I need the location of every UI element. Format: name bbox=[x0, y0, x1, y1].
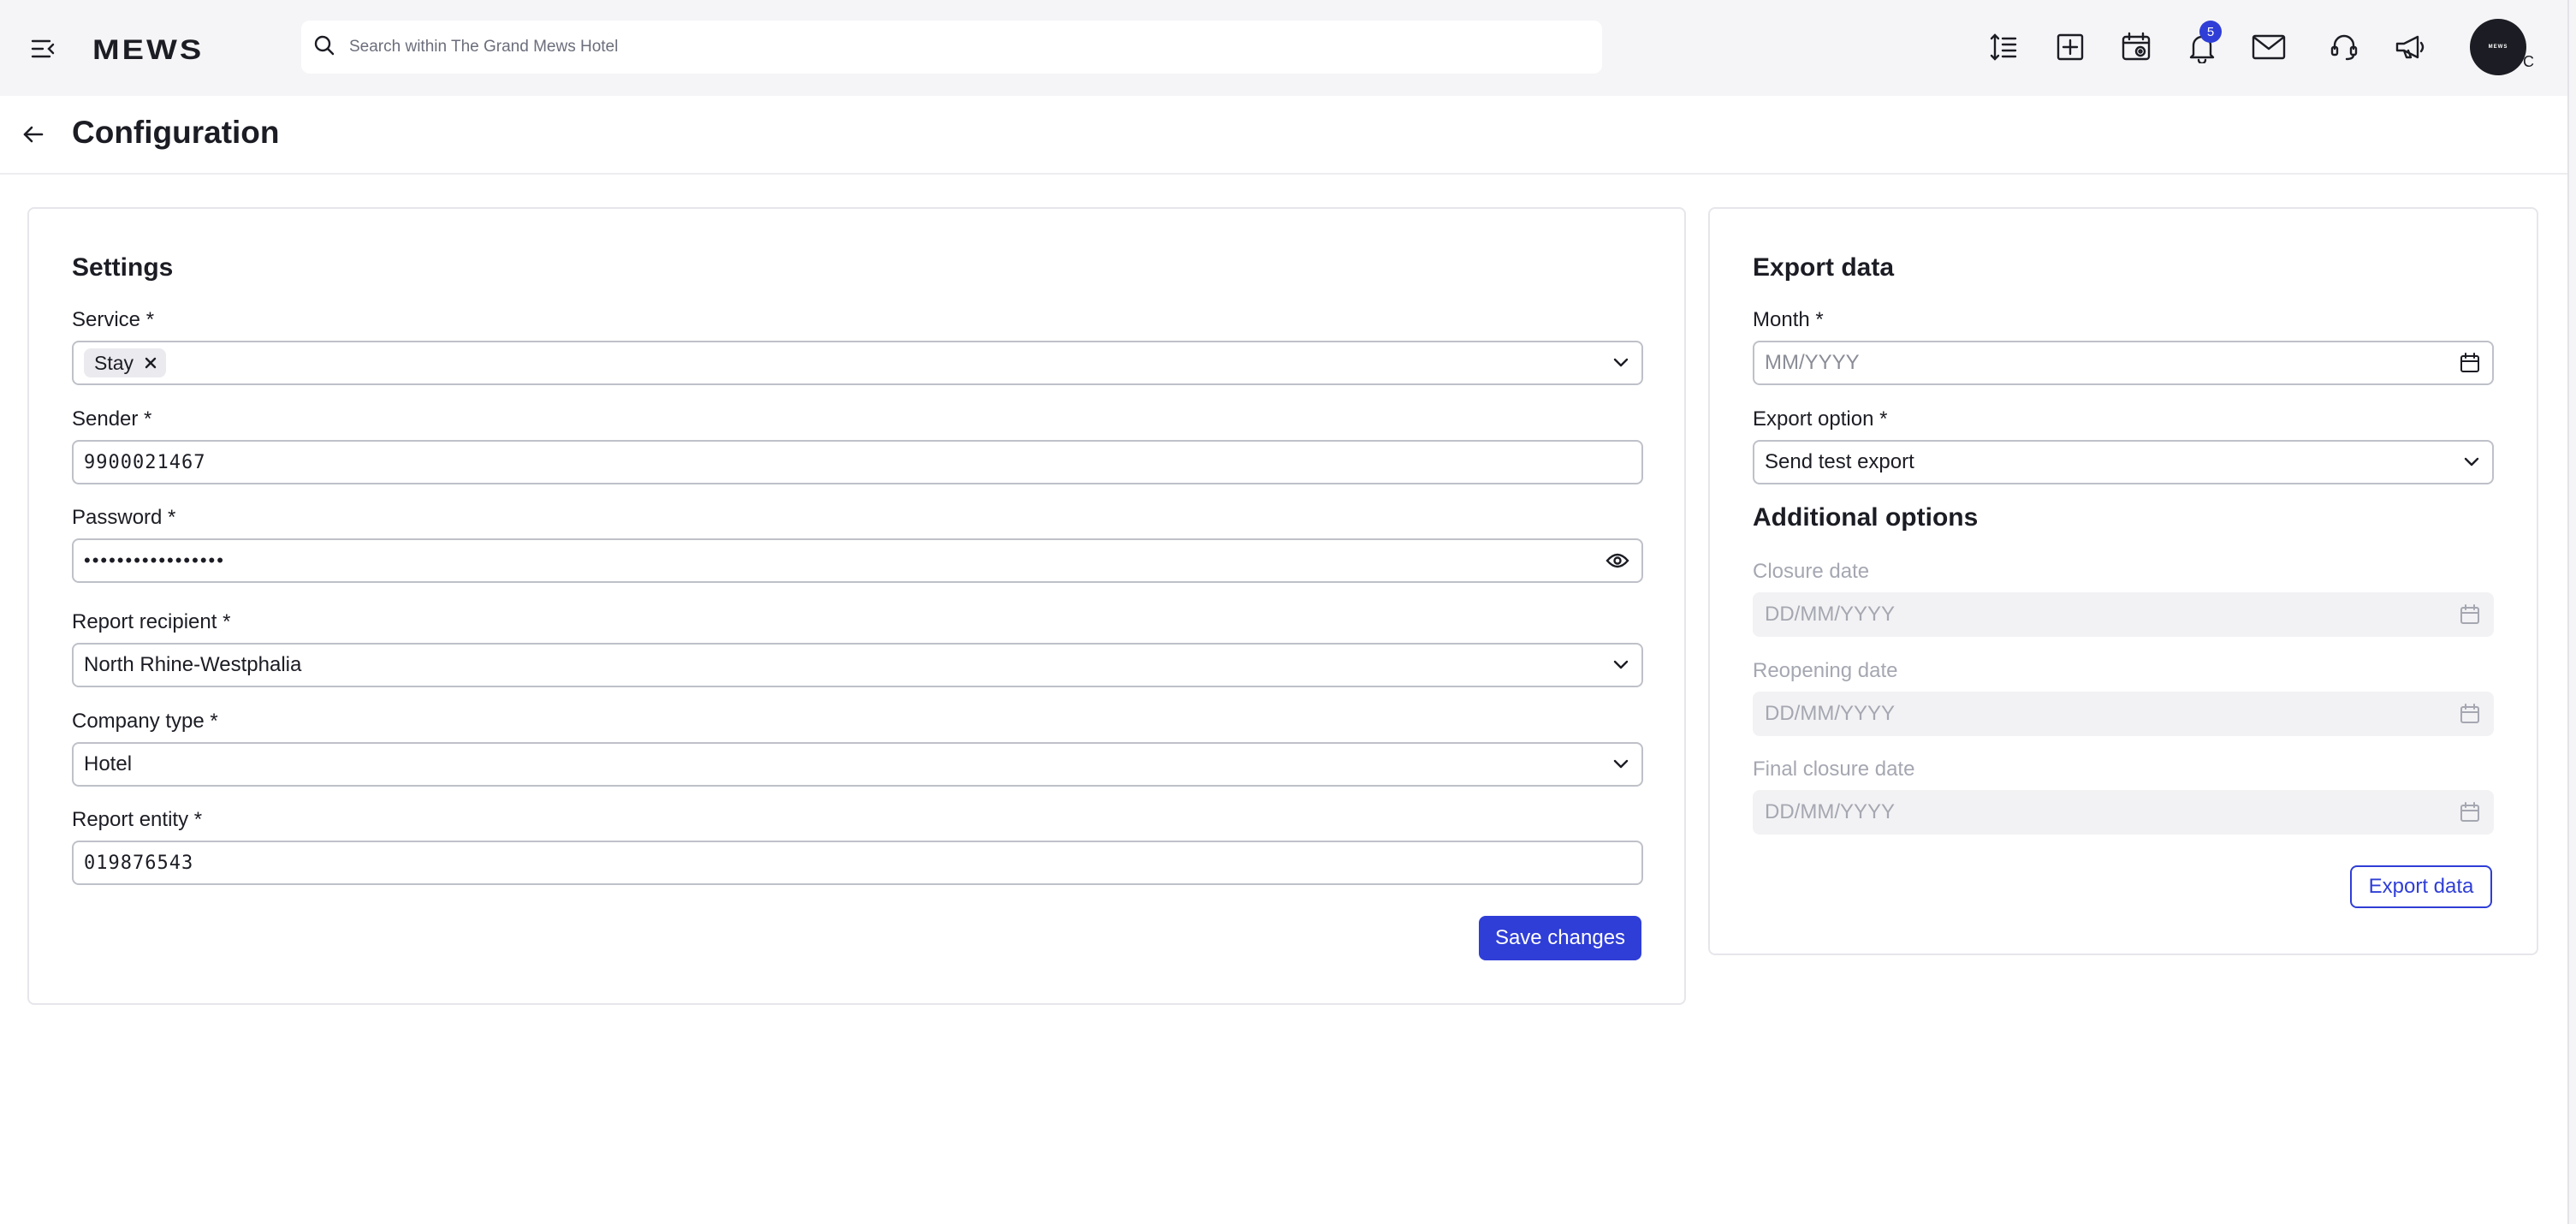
notifications-bell-icon[interactable]: 5 bbox=[2181, 21, 2223, 68]
save-changes-button[interactable]: Save changes bbox=[1479, 916, 1641, 960]
search-bar[interactable] bbox=[301, 21, 1602, 74]
password-label: Password * bbox=[72, 506, 176, 529]
chevron-down-icon[interactable] bbox=[1612, 358, 1629, 368]
service-chip: Stay bbox=[84, 348, 167, 377]
reopening-date-label: Reopening date bbox=[1753, 659, 1898, 682]
closure-date-field: DD/MM/YYYY bbox=[1753, 592, 2494, 637]
mail-icon[interactable] bbox=[2247, 26, 2290, 68]
top-bar: MEWS 5 MEWS C bbox=[0, 0, 2567, 96]
search-input[interactable] bbox=[349, 38, 1547, 56]
password-value: ••••••••••••••••• bbox=[84, 550, 225, 571]
service-chip-label: Stay bbox=[94, 351, 134, 374]
company-type-value: Hotel bbox=[84, 752, 133, 775]
month-field[interactable]: MM/YYYY bbox=[1753, 341, 2494, 385]
chevron-down-icon[interactable] bbox=[2463, 457, 2480, 467]
service-select[interactable]: Stay bbox=[72, 341, 1643, 385]
back-arrow-icon[interactable] bbox=[21, 122, 46, 147]
calendar-icon bbox=[2460, 704, 2480, 724]
calendar-icon bbox=[2460, 802, 2480, 823]
final-closure-date-label: Final closure date bbox=[1753, 758, 1915, 781]
company-type-select[interactable]: Hotel bbox=[72, 742, 1643, 787]
chevron-down-icon[interactable] bbox=[1612, 660, 1629, 670]
final-closure-date-field: DD/MM/YYYY bbox=[1753, 790, 2494, 835]
page-header: Configuration bbox=[0, 96, 2567, 175]
closure-date-placeholder: DD/MM/YYYY bbox=[1765, 603, 1896, 626]
month-placeholder: MM/YYYY bbox=[1765, 351, 1860, 374]
service-label: Service * bbox=[72, 308, 155, 331]
report-entity-label: Report entity * bbox=[72, 808, 203, 831]
megaphone-icon[interactable] bbox=[2389, 26, 2432, 68]
show-password-eye-icon[interactable] bbox=[1606, 552, 1629, 569]
export-option-value: Send test export bbox=[1765, 450, 1914, 473]
window-edge bbox=[2567, 0, 2576, 1224]
month-label: Month * bbox=[1753, 308, 1824, 331]
search-icon bbox=[313, 34, 335, 61]
report-recipient-value: North Rhine-Westphalia bbox=[84, 653, 302, 676]
final-closure-date-placeholder: DD/MM/YYYY bbox=[1765, 800, 1896, 823]
reopening-date-field: DD/MM/YYYY bbox=[1753, 692, 2494, 736]
calendar-icon[interactable] bbox=[2460, 353, 2480, 373]
add-square-icon[interactable] bbox=[2049, 26, 2092, 68]
page-title: Configuration bbox=[72, 115, 280, 150]
export-option-label: Export option * bbox=[1753, 407, 1888, 431]
sender-value: 9900021467 bbox=[84, 451, 206, 473]
avatar-letter: C bbox=[2523, 53, 2534, 70]
notification-count-badge: 5 bbox=[2199, 21, 2222, 43]
settings-card: Settings Service * Stay Sender * 9900021… bbox=[27, 207, 1686, 1005]
chevron-down-icon[interactable] bbox=[1612, 759, 1629, 769]
report-recipient-select[interactable]: North Rhine-Westphalia bbox=[72, 643, 1643, 687]
export-data-button[interactable]: Export data bbox=[2350, 865, 2492, 908]
calendar-icon bbox=[2460, 604, 2480, 625]
sender-label: Sender * bbox=[72, 407, 152, 431]
user-avatar[interactable]: MEWS bbox=[2470, 19, 2526, 75]
password-field[interactable]: ••••••••••••••••• bbox=[72, 538, 1643, 583]
sender-field[interactable]: 9900021467 bbox=[72, 440, 1643, 484]
report-recipient-label: Report recipient * bbox=[72, 610, 231, 633]
report-entity-field[interactable]: 019876543 bbox=[72, 841, 1643, 885]
calendar-view-icon[interactable] bbox=[2115, 26, 2158, 68]
support-headset-icon[interactable] bbox=[2323, 26, 2365, 68]
settings-title: Settings bbox=[72, 253, 174, 282]
sort-list-icon[interactable] bbox=[1982, 26, 2025, 68]
remove-chip-icon[interactable] bbox=[144, 356, 157, 370]
report-entity-value: 019876543 bbox=[84, 852, 194, 874]
reopening-date-placeholder: DD/MM/YYYY bbox=[1765, 702, 1896, 725]
company-type-label: Company type * bbox=[72, 710, 218, 733]
additional-options-title: Additional options bbox=[1753, 503, 1979, 532]
export-option-select[interactable]: Send test export bbox=[1753, 440, 2494, 484]
avatar-text: MEWS bbox=[2488, 45, 2508, 50]
logo-text: MEWS bbox=[92, 35, 204, 62]
export-title: Export data bbox=[1753, 253, 1895, 282]
closure-date-label: Closure date bbox=[1753, 560, 1870, 583]
menu-icon[interactable] bbox=[29, 34, 58, 63]
export-card: Export data Month * MM/YYYY Export optio… bbox=[1708, 207, 2538, 955]
mews-logo[interactable]: MEWS bbox=[92, 29, 246, 67]
